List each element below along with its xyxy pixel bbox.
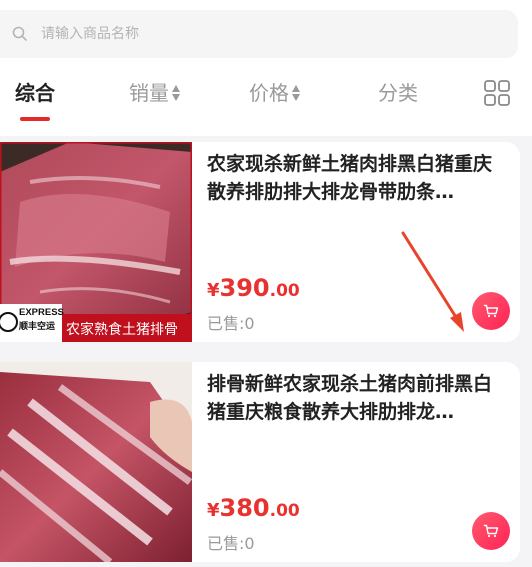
tab-price-label: 价格 bbox=[249, 81, 289, 105]
price-integer: 380 bbox=[219, 494, 270, 522]
product-image[interactable] bbox=[0, 362, 192, 562]
grid-layout-icon[interactable] bbox=[484, 80, 510, 106]
cart-icon bbox=[483, 524, 499, 538]
tab-sales[interactable]: 销量 bbox=[129, 80, 181, 106]
product-price: ¥380.00 bbox=[207, 494, 300, 522]
price-integer: 390 bbox=[219, 274, 270, 302]
sold-count: 已售:0 bbox=[207, 314, 255, 333]
sold-count: 已售:0 bbox=[207, 534, 255, 553]
product-title[interactable]: 排骨新鲜农家现杀土猪肉前排黑白猪重庆粮食散养大排肋排龙… bbox=[207, 370, 503, 426]
tab-category[interactable]: 分类 bbox=[378, 80, 418, 106]
express-badge-service: 顺丰空运 bbox=[19, 322, 56, 332]
sort-arrows-icon bbox=[292, 83, 301, 103]
sort-arrows-icon bbox=[172, 83, 181, 103]
price-currency: ¥ bbox=[207, 500, 220, 521]
tab-comprehensive[interactable]: 综合 bbox=[15, 80, 55, 106]
add-to-cart-button[interactable] bbox=[472, 512, 510, 550]
product-title[interactable]: 农家现杀新鲜土猪肉排黑白猪重庆散养排肋排大排龙骨带肋条… bbox=[207, 150, 503, 206]
search-bar[interactable]: 请输入商品名称 bbox=[0, 10, 518, 58]
tab-price[interactable]: 价格 bbox=[249, 80, 301, 106]
header-area: 请输入商品名称 综合 销量 价格 分类 bbox=[0, 0, 532, 136]
price-decimal: .00 bbox=[269, 501, 300, 521]
search-input[interactable]: 请输入商品名称 bbox=[41, 24, 139, 44]
product-card[interactable]: EXPRESS 顺丰空运 农家熟食土猪排骨 农家现杀新鲜土猪肉排黑白猪重庆散养排… bbox=[0, 142, 520, 342]
product-image[interactable]: EXPRESS 顺丰空运 农家熟食土猪排骨 bbox=[0, 142, 192, 342]
tab-sales-label: 销量 bbox=[129, 81, 169, 105]
search-icon bbox=[12, 26, 27, 41]
sort-tabs: 综合 销量 价格 分类 bbox=[0, 70, 532, 120]
add-to-cart-button[interactable] bbox=[472, 292, 510, 330]
active-tab-indicator bbox=[20, 117, 50, 121]
image-caption: 农家熟食土猪排骨 bbox=[66, 322, 178, 338]
express-badge-brand: EXPRESS bbox=[19, 307, 64, 318]
cart-icon bbox=[483, 304, 499, 318]
price-decimal: .00 bbox=[269, 281, 300, 301]
product-card[interactable]: 排骨新鲜农家现杀土猪肉前排黑白猪重庆粮食散养大排肋排龙… ¥380.00 已售:… bbox=[0, 362, 520, 562]
price-currency: ¥ bbox=[207, 280, 220, 301]
product-price: ¥390.00 bbox=[207, 274, 300, 302]
tab-category-label: 分类 bbox=[378, 81, 418, 105]
tab-comprehensive-label: 综合 bbox=[15, 81, 55, 105]
